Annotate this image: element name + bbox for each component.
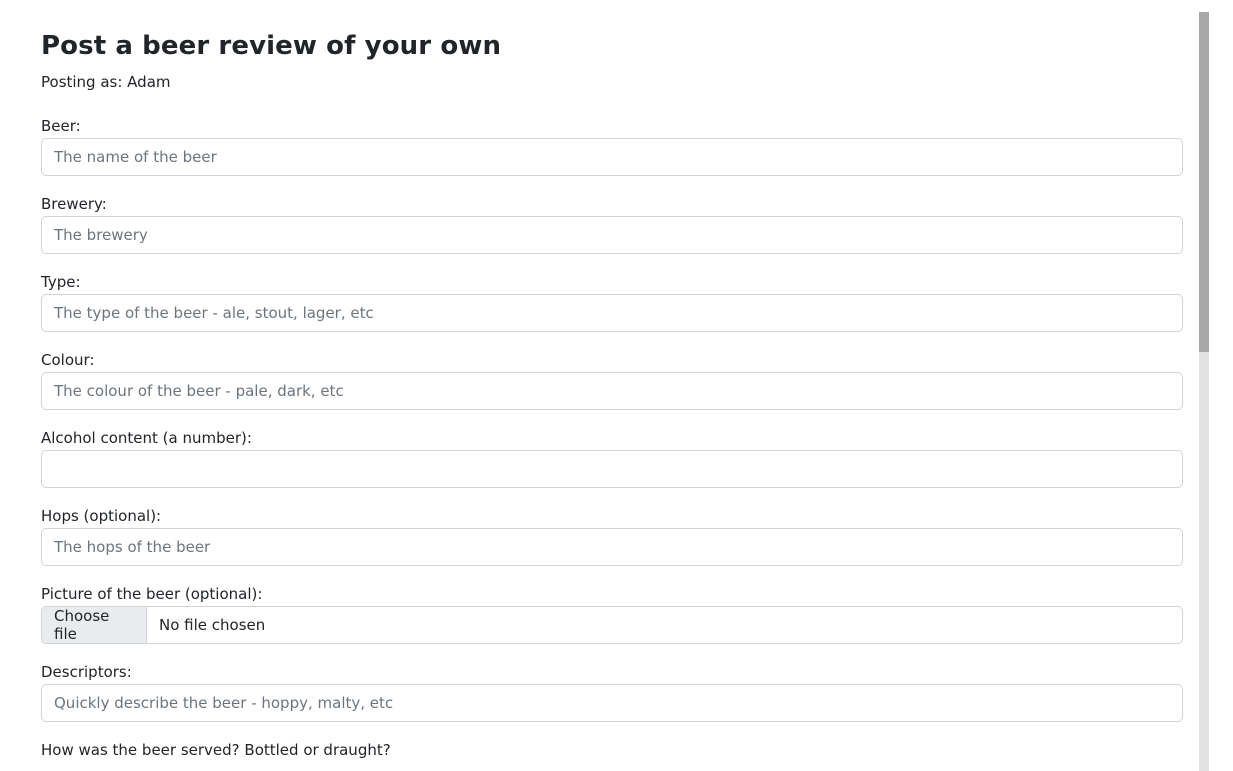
alcohol-field-group: Alcohol content (a number): [41, 428, 1183, 488]
hops-label: Hops (optional): [41, 507, 162, 525]
picture-field-group: Picture of the beer (optional): Choose f… [41, 584, 1183, 644]
alcohol-input[interactable] [41, 450, 1183, 488]
hops-field-group: Hops (optional): [41, 506, 1183, 566]
choose-file-button[interactable]: Choose file [42, 607, 147, 643]
hops-input[interactable] [41, 528, 1183, 566]
picture-file-input[interactable]: Choose file No file chosen [41, 606, 1183, 644]
alcohol-label: Alcohol content (a number): [41, 429, 252, 447]
descriptors-label: Descriptors: [41, 663, 132, 681]
colour-input[interactable] [41, 372, 1183, 410]
type-field-group: Type: [41, 272, 1183, 332]
posting-as-text: Posting as: Adam [41, 73, 171, 91]
served-question-text: How was the beer served? Bottled or drau… [41, 741, 391, 759]
beer-label: Beer: [41, 117, 81, 135]
brewery-field-group: Brewery: [41, 194, 1183, 254]
scrollbar-thumb[interactable] [1199, 12, 1209, 352]
beer-input[interactable] [41, 138, 1183, 176]
beer-field-group: Beer: [41, 116, 1183, 176]
review-form-page: Post a beer review of your own Posting a… [41, 0, 1183, 771]
brewery-input[interactable] [41, 216, 1183, 254]
picture-label: Picture of the beer (optional): [41, 585, 263, 603]
brewery-label: Brewery: [41, 195, 107, 213]
page-title: Post a beer review of your own [41, 31, 502, 61]
type-input[interactable] [41, 294, 1183, 332]
type-label: Type: [41, 273, 81, 291]
file-status-text: No file chosen [159, 616, 266, 634]
vertical-scrollbar[interactable] [1199, 12, 1209, 771]
colour-field-group: Colour: [41, 350, 1183, 410]
descriptors-input[interactable] [41, 684, 1183, 722]
colour-label: Colour: [41, 351, 95, 369]
descriptors-field-group: Descriptors: [41, 662, 1183, 722]
